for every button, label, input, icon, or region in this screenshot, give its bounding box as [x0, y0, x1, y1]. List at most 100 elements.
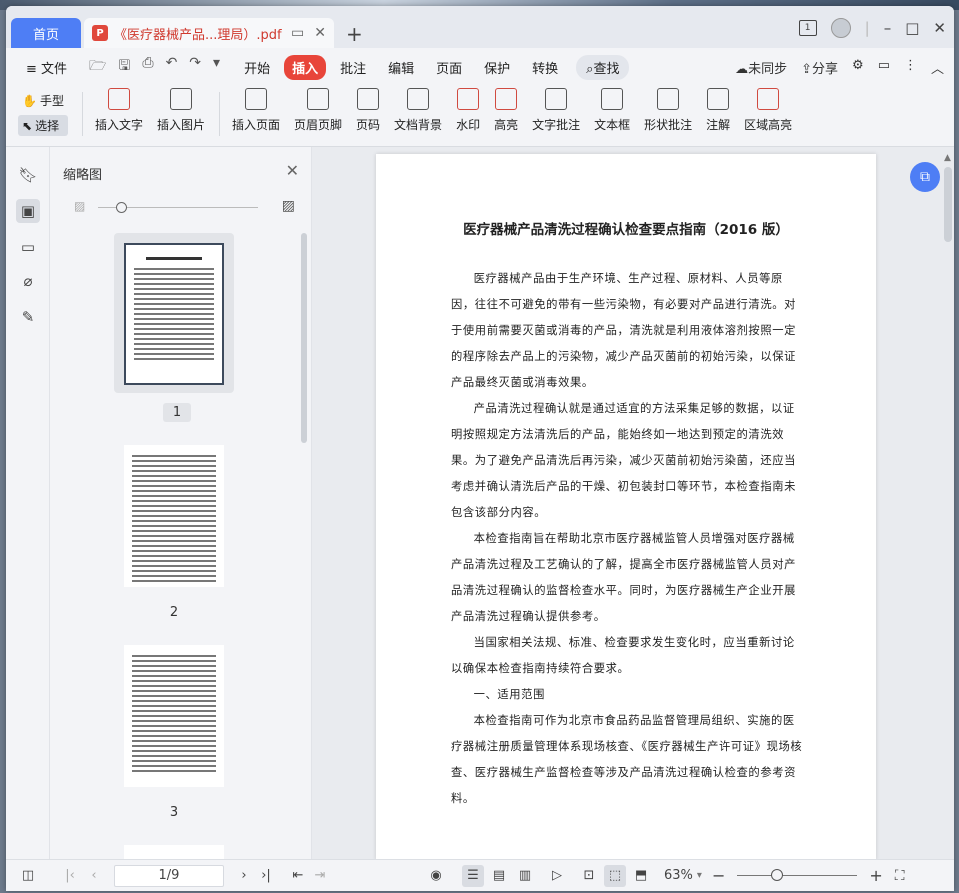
- menu-edit[interactable]: 编辑: [380, 55, 422, 80]
- close-window-button[interactable]: ✕: [933, 19, 946, 37]
- zoom-out-icon[interactable]: −: [712, 866, 725, 885]
- close-icon[interactable]: ✕: [286, 161, 299, 180]
- share-button[interactable]: ⇪分享: [801, 58, 838, 77]
- menu-convert[interactable]: 转换: [524, 55, 566, 80]
- thumbnail-scrollbar[interactable]: [301, 233, 307, 443]
- sync-button[interactable]: ☁未同步: [735, 58, 787, 77]
- page-thumbnail-4[interactable]: [114, 835, 234, 859]
- menu-bar: ≡ 文件 🗁 🖫 ⎙ ↶ ↷ ▾ 开始 插入 批注 编辑 页面 保护 转换 ⌕查…: [6, 50, 954, 84]
- play-icon[interactable]: ▷: [546, 865, 568, 887]
- select-tool-button[interactable]: ⬉ 选择: [18, 115, 68, 136]
- area-highlight-button[interactable]: 区域高亮: [744, 88, 792, 133]
- highlight-button[interactable]: 高亮: [494, 88, 518, 133]
- small-image-icon: ▨: [74, 199, 86, 213]
- insert-page-button[interactable]: 插入页面: [232, 88, 280, 133]
- thumb-text-line: [134, 288, 214, 290]
- translate-icon: ⧉: [920, 169, 930, 185]
- note-label: 注解: [706, 118, 731, 132]
- comment-icon[interactable]: ▭: [878, 58, 890, 77]
- sidebar-toggle-icon[interactable]: ◫: [20, 868, 36, 883]
- open-folder-icon[interactable]: 🗁: [89, 55, 106, 79]
- menu-start[interactable]: 开始: [236, 55, 278, 80]
- tab-home[interactable]: 首页: [11, 18, 81, 48]
- thumb-text-line: [134, 293, 214, 295]
- tab-close-icon[interactable]: ✕: [314, 25, 326, 41]
- zoom-slider-knob[interactable]: [771, 869, 784, 881]
- text-comment-button[interactable]: 文字批注: [532, 88, 580, 133]
- insert-image-button[interactable]: 插入图片: [157, 88, 205, 133]
- save-icon[interactable]: 🖫: [118, 55, 130, 79]
- page-number-label: 2: [169, 605, 179, 620]
- tab-document[interactable]: P 《医疗器械产品...理局）.pdf ▭ ✕: [84, 18, 334, 48]
- document-scrollbar[interactable]: [944, 167, 952, 242]
- redo-icon[interactable]: ↷: [189, 55, 201, 79]
- watermark-button[interactable]: 水印: [456, 88, 480, 133]
- hand-tool-button[interactable]: ✋ 手型: [18, 90, 68, 111]
- single-page-icon[interactable]: ▤: [488, 865, 510, 887]
- comment-panel-icon[interactable]: ▭: [16, 235, 40, 259]
- page-thumbnail-2[interactable]: [114, 435, 234, 595]
- thumbnail-size-slider[interactable]: ▨ ▨: [70, 198, 295, 215]
- forward-icon[interactable]: ⇥: [312, 868, 328, 883]
- menu-protect[interactable]: 保护: [476, 55, 518, 80]
- shape-comment-button[interactable]: 形状批注: [644, 88, 692, 133]
- last-page-icon[interactable]: ›|: [258, 868, 274, 883]
- translate-float-button[interactable]: ⧉: [910, 162, 940, 192]
- fit-page-icon[interactable]: ⬚: [604, 864, 626, 887]
- eye-protection-icon[interactable]: ◉: [428, 868, 444, 883]
- back-icon[interactable]: ⇤: [290, 868, 306, 883]
- fullscreen-icon[interactable]: ⛶: [895, 868, 905, 884]
- thumb-text-line: [134, 273, 214, 275]
- maximize-button[interactable]: □: [905, 19, 919, 37]
- actual-size-icon[interactable]: ⊡: [578, 865, 600, 887]
- menu-page[interactable]: 页面: [428, 55, 470, 80]
- hand-tool-label: 手型: [39, 94, 64, 108]
- minimize-button[interactable]: –: [884, 19, 892, 37]
- tab-pin-icon[interactable]: ▭: [291, 25, 304, 41]
- collapse-ribbon-icon[interactable]: ︿: [931, 58, 944, 77]
- next-page-icon[interactable]: ›: [236, 868, 252, 883]
- scroll-up-arrow[interactable]: ▲: [944, 153, 951, 163]
- page-number-input[interactable]: 1/9: [114, 864, 224, 887]
- prev-page-icon[interactable]: ‹: [86, 868, 102, 883]
- page-number-button[interactable]: 页码: [356, 88, 380, 133]
- textbox-button[interactable]: 文本框: [594, 88, 630, 133]
- search-button[interactable]: ⌕查找: [576, 54, 630, 80]
- background-button[interactable]: 文档背景: [394, 88, 442, 133]
- thumb-text-line: [132, 715, 216, 717]
- two-page-icon[interactable]: ▥: [514, 865, 536, 887]
- note-button[interactable]: 注解: [706, 88, 730, 133]
- section-heading: 一、适用范围: [473, 688, 545, 701]
- paragraph: 产品清洗过程确认就是通过适宜的方法采集足够的数据，以证明按照规定方法清洗后的产品…: [451, 402, 797, 519]
- bookmark-icon[interactable]: 🔖︎: [16, 163, 40, 187]
- select-tool-label: 选择: [35, 119, 60, 133]
- thumbnail-icon[interactable]: ▣: [16, 199, 40, 223]
- zoom-level[interactable]: 63%: [664, 868, 693, 883]
- textbox-icon: [601, 88, 624, 110]
- zoom-in-icon[interactable]: +: [869, 866, 882, 885]
- more-icon[interactable]: ⋮: [904, 58, 917, 77]
- signature-icon[interactable]: ✎: [16, 305, 40, 329]
- insert-text-button[interactable]: 插入文字: [95, 88, 143, 133]
- thumb-text-line: [132, 670, 216, 672]
- menu-annotate[interactable]: 批注: [332, 55, 374, 80]
- first-page-icon[interactable]: |‹: [62, 868, 78, 883]
- new-tab-button[interactable]: +: [346, 22, 363, 46]
- zoom-slider[interactable]: [737, 869, 858, 881]
- continuous-view-icon[interactable]: ☰: [462, 864, 484, 887]
- zoom-dropdown-icon[interactable]: ▾: [697, 870, 702, 881]
- menu-insert[interactable]: 插入: [284, 54, 327, 80]
- print-icon[interactable]: ⎙: [142, 55, 153, 79]
- page-view-icon[interactable]: 1: [798, 20, 817, 36]
- slider-knob[interactable]: [116, 202, 127, 213]
- attachment-icon[interactable]: ⌀: [16, 269, 40, 293]
- customize-icon[interactable]: ▾: [213, 55, 220, 79]
- undo-icon[interactable]: ↶: [166, 55, 178, 79]
- avatar[interactable]: [830, 18, 851, 38]
- file-menu[interactable]: ≡ 文件: [18, 55, 75, 80]
- page-thumbnail-1[interactable]: [114, 233, 234, 393]
- settings-icon[interactable]: ⚙: [852, 58, 864, 77]
- fit-width-icon[interactable]: ⬒: [630, 865, 652, 887]
- page-thumbnail-3[interactable]: [114, 635, 234, 795]
- header-footer-button[interactable]: 页眉页脚: [294, 88, 342, 133]
